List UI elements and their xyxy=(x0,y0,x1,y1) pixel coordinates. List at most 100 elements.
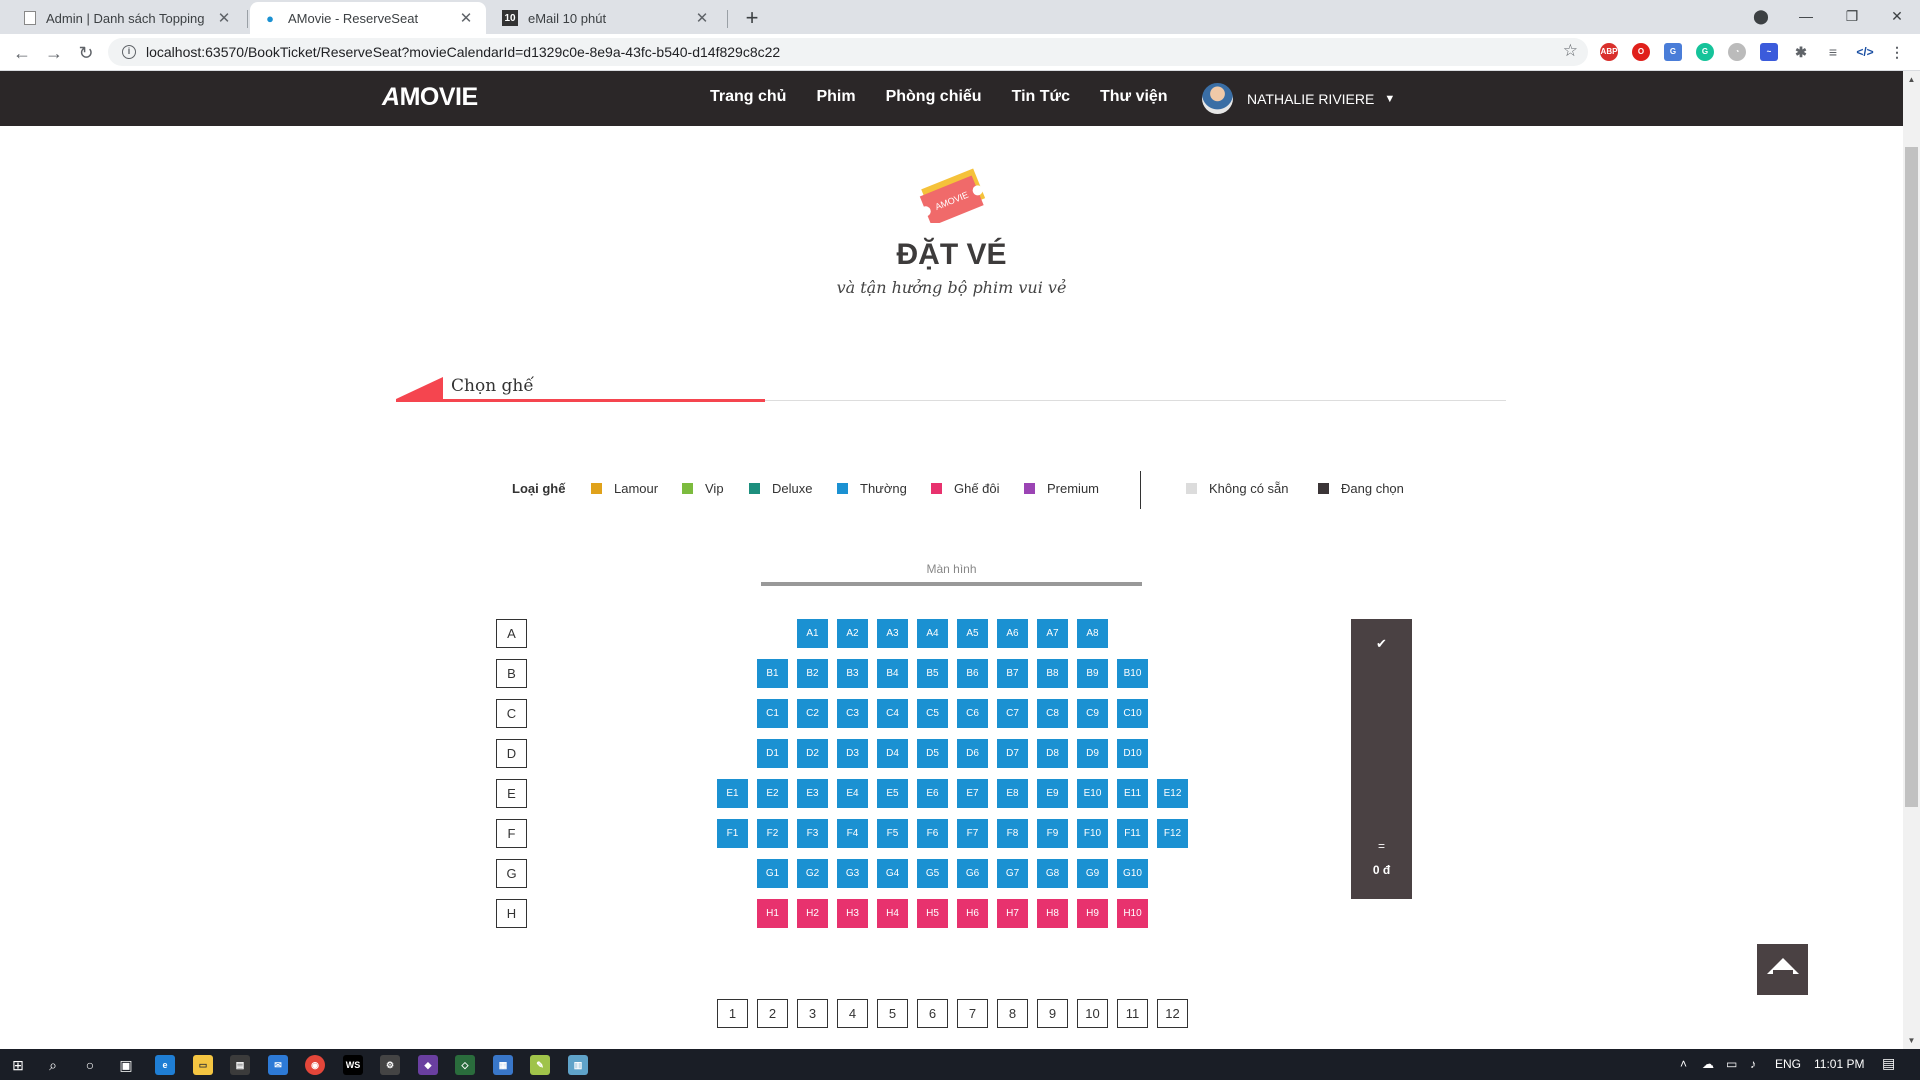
seat-d6[interactable]: D6 xyxy=(957,739,988,768)
bookmark-star-icon[interactable]: ☆ xyxy=(1563,41,1578,61)
remote-desktop-icon[interactable]: ▦ xyxy=(493,1055,513,1075)
notification-icon[interactable]: ▤ xyxy=(1882,1055,1895,1072)
seat-a1[interactable]: A1 xyxy=(797,619,828,648)
seat-d7[interactable]: D7 xyxy=(997,739,1028,768)
profile-icon[interactable]: ⬤ xyxy=(1738,0,1784,34)
menu-dots-icon[interactable]: ⋮ xyxy=(1888,43,1906,61)
sourcetree-icon[interactable]: ◇ xyxy=(455,1055,475,1075)
back-arrow-icon[interactable]: ← xyxy=(8,39,36,67)
seat-c4[interactable]: C4 xyxy=(877,699,908,728)
seat-f8[interactable]: F8 xyxy=(997,819,1028,848)
scrollbar-thumb[interactable] xyxy=(1905,147,1918,807)
seat-g5[interactable]: G5 xyxy=(917,859,948,888)
seat-g9[interactable]: G9 xyxy=(1077,859,1108,888)
seat-b10[interactable]: B10 xyxy=(1117,659,1148,688)
seat-e6[interactable]: E6 xyxy=(917,779,948,808)
seat-e7[interactable]: E7 xyxy=(957,779,988,808)
seat-a6[interactable]: A6 xyxy=(997,619,1028,648)
seat-d10[interactable]: D10 xyxy=(1117,739,1148,768)
seat-f10[interactable]: F10 xyxy=(1077,819,1108,848)
task-view-icon[interactable]: ▣ xyxy=(116,1055,136,1075)
seat-g10[interactable]: G10 xyxy=(1117,859,1148,888)
seat-b1[interactable]: B1 xyxy=(757,659,788,688)
seat-d1[interactable]: D1 xyxy=(757,739,788,768)
close-icon[interactable]: ✕ xyxy=(458,9,474,27)
webstorm-icon[interactable]: WS xyxy=(343,1055,363,1075)
nav-cinemas[interactable]: Phòng chiếu xyxy=(886,88,982,106)
language-indicator[interactable]: ENG xyxy=(1775,1057,1801,1071)
seat-d3[interactable]: D3 xyxy=(837,739,868,768)
seat-b7[interactable]: B7 xyxy=(997,659,1028,688)
seat-c7[interactable]: C7 xyxy=(997,699,1028,728)
seat-c2[interactable]: C2 xyxy=(797,699,828,728)
seat-c5[interactable]: C5 xyxy=(917,699,948,728)
cloud-icon[interactable]: ☁ xyxy=(1702,1057,1714,1071)
seat-f12[interactable]: F12 xyxy=(1157,819,1188,848)
playlist-icon[interactable]: ≡ xyxy=(1824,43,1842,61)
edge-icon[interactable]: e xyxy=(155,1055,175,1075)
mail-icon[interactable]: ✉ xyxy=(268,1055,288,1075)
seat-h9[interactable]: H9 xyxy=(1077,899,1108,928)
seat-e8[interactable]: E8 xyxy=(997,779,1028,808)
seat-c8[interactable]: C8 xyxy=(1037,699,1068,728)
nav-movies[interactable]: Phim xyxy=(816,88,855,106)
seat-h1[interactable]: H1 xyxy=(757,899,788,928)
new-tab-button[interactable]: + xyxy=(738,4,766,32)
seat-d4[interactable]: D4 xyxy=(877,739,908,768)
seat-b6[interactable]: B6 xyxy=(957,659,988,688)
clock[interactable]: 11:01 PM xyxy=(1814,1057,1864,1071)
seat-e5[interactable]: E5 xyxy=(877,779,908,808)
seat-a4[interactable]: A4 xyxy=(917,619,948,648)
seat-e2[interactable]: E2 xyxy=(757,779,788,808)
seat-a2[interactable]: A2 xyxy=(837,619,868,648)
seat-f5[interactable]: F5 xyxy=(877,819,908,848)
seat-d9[interactable]: D9 xyxy=(1077,739,1108,768)
seat-h4[interactable]: H4 xyxy=(877,899,908,928)
info-icon[interactable]: i xyxy=(122,45,136,59)
seat-b4[interactable]: B4 xyxy=(877,659,908,688)
cortana-icon[interactable]: ○ xyxy=(80,1055,100,1075)
page-scrollbar[interactable]: ▲ ▼ xyxy=(1903,71,1920,1049)
seat-f1[interactable]: F1 xyxy=(717,819,748,848)
seat-c6[interactable]: C6 xyxy=(957,699,988,728)
file-explorer-icon[interactable]: ▭ xyxy=(193,1055,213,1075)
close-icon[interactable]: ✕ xyxy=(694,9,710,27)
code-icon[interactable]: </> xyxy=(1856,43,1874,61)
seat-e10[interactable]: E10 xyxy=(1077,779,1108,808)
seat-g7[interactable]: G7 xyxy=(997,859,1028,888)
minimize-button[interactable]: — xyxy=(1783,0,1829,34)
seat-h6[interactable]: H6 xyxy=(957,899,988,928)
seat-e1[interactable]: E1 xyxy=(717,779,748,808)
seat-f9[interactable]: F9 xyxy=(1037,819,1068,848)
notepad-icon[interactable]: ✎ xyxy=(530,1055,550,1075)
seat-f4[interactable]: F4 xyxy=(837,819,868,848)
seat-b3[interactable]: B3 xyxy=(837,659,868,688)
seat-h8[interactable]: H8 xyxy=(1037,899,1068,928)
tab-admin[interactable]: Admin | Danh sách Topping ✕ xyxy=(12,2,244,34)
seat-g6[interactable]: G6 xyxy=(957,859,988,888)
seat-b2[interactable]: B2 xyxy=(797,659,828,688)
puzzle-icon[interactable]: ✱ xyxy=(1792,43,1810,61)
seat-h10[interactable]: H10 xyxy=(1117,899,1148,928)
seat-a7[interactable]: A7 xyxy=(1037,619,1068,648)
seat-e12[interactable]: E12 xyxy=(1157,779,1188,808)
scroll-down-arrow-icon[interactable]: ▼ xyxy=(1903,1032,1920,1049)
seat-c10[interactable]: C10 xyxy=(1117,699,1148,728)
seat-a5[interactable]: A5 xyxy=(957,619,988,648)
seat-a3[interactable]: A3 xyxy=(877,619,908,648)
network-icon[interactable]: ▭ xyxy=(1726,1057,1737,1071)
seat-f3[interactable]: F3 xyxy=(797,819,828,848)
app-icon[interactable]: ⚙ xyxy=(380,1055,400,1075)
nav-home[interactable]: Trang chủ xyxy=(710,88,786,106)
seat-g8[interactable]: G8 xyxy=(1037,859,1068,888)
seat-e11[interactable]: E11 xyxy=(1117,779,1148,808)
seat-d8[interactable]: D8 xyxy=(1037,739,1068,768)
seat-f6[interactable]: F6 xyxy=(917,819,948,848)
scroll-up-arrow-icon[interactable]: ▲ xyxy=(1903,71,1920,88)
opera-icon[interactable]: O xyxy=(1632,43,1650,61)
seat-h2[interactable]: H2 xyxy=(797,899,828,928)
volume-icon[interactable]: ♪ xyxy=(1750,1057,1756,1071)
seat-g2[interactable]: G2 xyxy=(797,859,828,888)
seat-a8[interactable]: A8 xyxy=(1077,619,1108,648)
seat-g3[interactable]: G3 xyxy=(837,859,868,888)
